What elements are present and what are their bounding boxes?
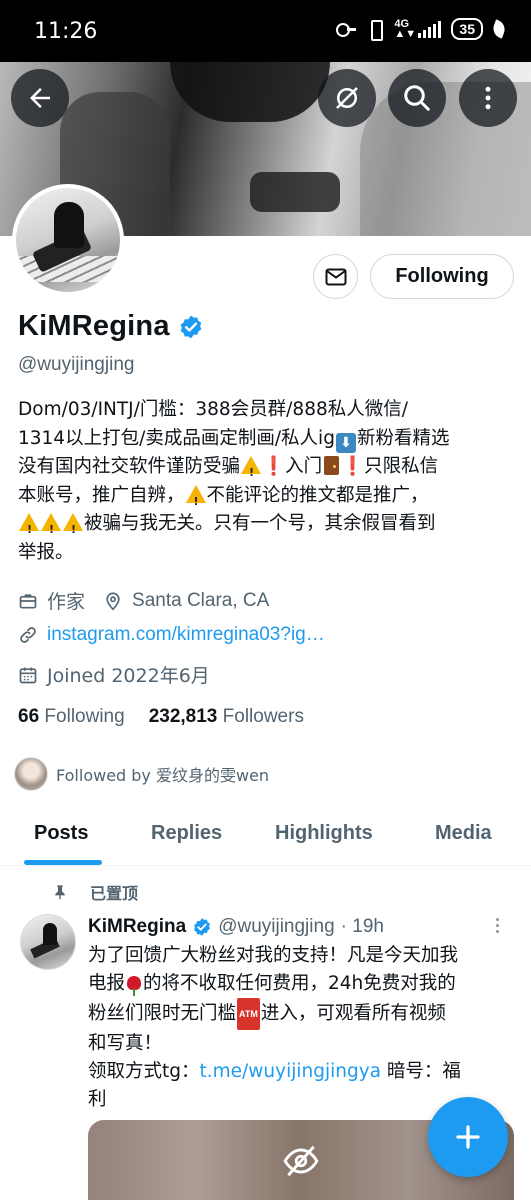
signal-icon bbox=[418, 20, 442, 38]
envelope-icon bbox=[325, 268, 346, 285]
bio-line: 没有国内社交软件谨防受骗❗入门❗只限私信 bbox=[18, 453, 518, 488]
briefcase-icon bbox=[18, 591, 38, 611]
verified-badge-icon[interactable] bbox=[178, 314, 204, 340]
atm-emoji-icon: ATM bbox=[237, 998, 260, 1030]
down-arrow-emoji-icon: ⬇ bbox=[335, 432, 356, 453]
post-line: 为了回馈广大粉丝对我的支持！凡是今天加我 bbox=[88, 945, 459, 966]
tab-media[interactable]: Media bbox=[435, 822, 492, 845]
search-icon bbox=[404, 85, 430, 111]
battery-saver-leaf-icon bbox=[490, 19, 508, 39]
compose-post-button[interactable] bbox=[428, 1097, 508, 1177]
following-button[interactable]: Following bbox=[370, 254, 514, 299]
post-more-icon[interactable] bbox=[496, 918, 499, 933]
post-line: 领取方式tg：t.me/wuyijingjingya 暗号：福 bbox=[88, 1061, 461, 1082]
website-link[interactable]: instagram.com/kimregina03?ig… bbox=[47, 624, 325, 646]
tab-replies[interactable]: Replies bbox=[151, 822, 222, 845]
calendar-icon bbox=[18, 665, 38, 685]
back-button[interactable] bbox=[11, 69, 69, 127]
vibrate-icon bbox=[366, 19, 384, 41]
warning-emoji-icon bbox=[19, 513, 39, 545]
warning-emoji-icon bbox=[241, 456, 262, 488]
message-button[interactable] bbox=[313, 254, 358, 299]
followed-by-text: Followed by 爱纹身的雯wen bbox=[56, 766, 270, 785]
eye-slash-icon bbox=[336, 87, 358, 109]
hide-media-button[interactable] bbox=[318, 69, 376, 127]
location-pin-icon bbox=[103, 591, 123, 611]
profession-text: 作家 bbox=[47, 591, 86, 613]
profile-name-row: KiMRegina bbox=[18, 310, 204, 343]
following-stat[interactable]: 66 Following bbox=[18, 706, 125, 728]
profile-handle: @wuyijingjing bbox=[18, 354, 135, 375]
verified-badge-icon bbox=[194, 918, 211, 936]
battery-indicator: 35 bbox=[451, 18, 483, 40]
follow-stats: 66 Following 232,813 Followers bbox=[18, 706, 304, 728]
warning-emoji-icon bbox=[185, 484, 206, 516]
link-icon bbox=[18, 625, 38, 645]
exclamation-emoji-icon: ❗ bbox=[262, 456, 286, 477]
joined-text: Joined 2022年6月 bbox=[47, 665, 210, 687]
status-time: 11:26 bbox=[34, 19, 98, 44]
pin-icon bbox=[55, 885, 65, 900]
followers-stat[interactable]: 232,813 Followers bbox=[149, 706, 304, 728]
profile-tabs: Posts Replies Highlights Media bbox=[0, 810, 531, 866]
post-author-name[interactable]: KiMRegina bbox=[88, 916, 186, 938]
search-button[interactable] bbox=[388, 69, 446, 127]
pinned-label: 已置顶 bbox=[90, 884, 139, 903]
post-line: 和写真！ bbox=[88, 1033, 163, 1054]
warning-emoji-icon bbox=[41, 513, 61, 545]
bio-line: Dom/03/INTJ/门槛：388会员群/888私人微信/ bbox=[18, 399, 408, 420]
profile-meta-row: 作家 Santa Clara, CA bbox=[18, 587, 269, 614]
back-arrow-icon bbox=[30, 88, 50, 108]
post-line: 电报 的将不收取任何费用，24h免费对我的 bbox=[88, 973, 456, 996]
active-tab-indicator bbox=[24, 860, 102, 865]
vpn-key-icon bbox=[336, 22, 357, 37]
more-options-button[interactable] bbox=[459, 69, 517, 127]
profile-joined-row: Joined 2022年6月 bbox=[18, 661, 210, 688]
tab-highlights[interactable]: Highlights bbox=[275, 822, 373, 845]
status-icons: 4G ▲▼ 35 bbox=[336, 18, 508, 41]
avatar bbox=[14, 757, 48, 791]
profile-avatar[interactable] bbox=[12, 184, 124, 296]
bio-line: 举报。 bbox=[18, 541, 74, 563]
exclamation-emoji-icon: ❗ bbox=[341, 456, 365, 477]
lte-icon: 4G ▲▼ bbox=[394, 18, 417, 40]
rose-emoji-icon bbox=[127, 976, 142, 996]
profile-website-row: instagram.com/kimregina03?ig… bbox=[18, 624, 325, 646]
bio-line: 本账号，推广自辨，不能评论的推文都是推广， bbox=[18, 482, 518, 516]
post-author-avatar[interactable] bbox=[20, 914, 76, 970]
bio-line: 被骗与我无关。只有一个号，其余假冒看到 bbox=[18, 510, 518, 545]
post-author-handle[interactable]: @wuyijingjing bbox=[218, 916, 334, 938]
warning-emoji-icon bbox=[63, 513, 83, 545]
post-text: 为了回馈广大粉丝对我的支持！凡是今天加我 电报 的将不收取任何费用，24h免费对我… bbox=[88, 942, 508, 1114]
tab-posts[interactable]: Posts bbox=[34, 822, 88, 845]
post-link[interactable]: t.me/wuyijingjingya bbox=[200, 1061, 382, 1082]
plus-icon bbox=[456, 1125, 480, 1149]
more-vertical-icon bbox=[485, 86, 491, 110]
eye-slash-icon bbox=[283, 1145, 319, 1177]
pinned-indicator: 已置顶 bbox=[52, 880, 138, 904]
bio-line: 1314以上打包/卖成品画定制画/私人ig ⬇ 新粉看精选 bbox=[18, 427, 450, 453]
post-header: KiMRegina @wuyijingjing · 19h bbox=[88, 916, 384, 938]
post-line: 粉丝们限时无门槛 ATM 进入，可观看所有视频 bbox=[88, 998, 508, 1030]
status-bar: 11:26 4G ▲▼ 35 bbox=[0, 0, 531, 62]
door-emoji-icon bbox=[324, 456, 340, 475]
followed-by-row[interactable]: Followed by 爱纹身的雯wen bbox=[14, 757, 269, 791]
post-time: · 19h bbox=[340, 916, 384, 937]
profile-bio: Dom/03/INTJ/门槛：388会员群/888私人微信/ 1314以上打包/… bbox=[18, 396, 518, 567]
location-text: Santa Clara, CA bbox=[132, 589, 270, 611]
profile-name: KiMRegina bbox=[18, 310, 170, 342]
